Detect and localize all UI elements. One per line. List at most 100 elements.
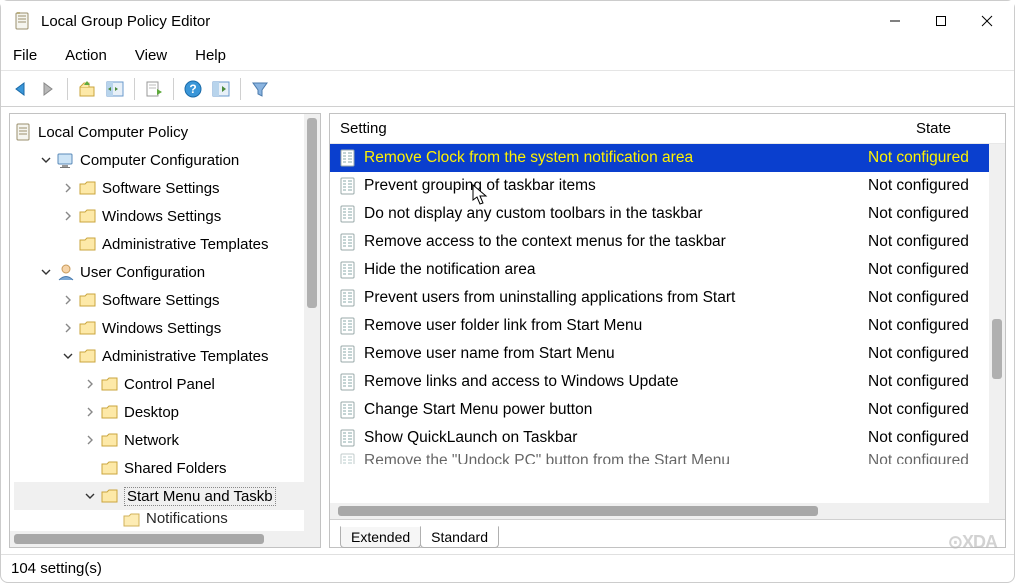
chevron-right-icon[interactable] (82, 432, 98, 448)
list-row[interactable]: Prevent users from uninstalling applicat… (330, 284, 1005, 312)
tree-row[interactable]: Network (14, 426, 318, 454)
chevron-down-icon[interactable] (38, 152, 54, 168)
tree-label: Shared Folders (124, 460, 227, 477)
menubar: File Action View Help (1, 41, 1014, 71)
tree-row[interactable]: Administrative Templates (14, 230, 318, 258)
list-row[interactable]: Remove Clock from the system notificatio… (330, 144, 1005, 172)
setting-state: Not configured (862, 401, 1005, 419)
tree-row[interactable]: Control Panel (14, 370, 318, 398)
policy-icon (338, 288, 358, 308)
chevron-right-icon[interactable] (60, 180, 76, 196)
tree-vertical-scrollbar[interactable] (304, 114, 320, 547)
folder-icon (100, 458, 120, 478)
list-pane: Setting State Remove Clock from the syst… (329, 113, 1006, 548)
tree-label: Administrative Templates (102, 348, 268, 365)
close-button[interactable] (964, 1, 1010, 41)
forward-button[interactable] (35, 76, 61, 102)
setting-name: Change Start Menu power button (364, 401, 862, 419)
toolbar: ? (1, 71, 1014, 107)
export-list-button[interactable] (141, 76, 167, 102)
detail-tabs: Extended Standard (330, 519, 1005, 547)
user-icon (56, 262, 76, 282)
tree-row[interactable]: Administrative Templates (14, 342, 318, 370)
tree-label: Software Settings (102, 292, 220, 309)
folder-icon (78, 178, 98, 198)
list-row[interactable]: Show QuickLaunch on TaskbarNot configure… (330, 424, 1005, 452)
list-horizontal-scrollbar[interactable] (330, 503, 1005, 519)
policy-icon (338, 232, 358, 252)
back-button[interactable] (7, 76, 33, 102)
tree-horizontal-scrollbar[interactable] (10, 531, 320, 547)
policy-icon (338, 452, 358, 464)
list-body[interactable]: Remove Clock from the system notificatio… (330, 144, 1005, 503)
list-row[interactable]: Remove user folder link from Start MenuN… (330, 312, 1005, 340)
tree-label: Windows Settings (102, 320, 221, 337)
list-row[interactable]: Do not display any custom toolbars in th… (330, 200, 1005, 228)
chevron-down-icon[interactable] (60, 348, 76, 364)
tree-row[interactable]: Software Settings (14, 286, 318, 314)
setting-state: Not configured (862, 233, 1005, 251)
tree-row[interactable]: Windows Settings (14, 202, 318, 230)
list-vertical-scrollbar[interactable] (989, 144, 1005, 503)
tree-label: User Configuration (80, 264, 205, 281)
setting-state: Not configured (862, 373, 1005, 391)
app-icon (13, 11, 33, 31)
list-row[interactable]: Remove the "Undock PC" button from the S… (330, 452, 1005, 464)
tree-pane: Local Computer Policy Computer Configura… (9, 113, 321, 548)
setting-name: Prevent grouping of taskbar items (364, 177, 862, 195)
list-row[interactable]: Prevent grouping of taskbar itemsNot con… (330, 172, 1005, 200)
column-state[interactable]: State (862, 120, 1005, 137)
setting-name: Hide the notification area (364, 261, 862, 279)
chevron-right-icon[interactable] (60, 208, 76, 224)
column-setting[interactable]: Setting (330, 120, 862, 137)
tree[interactable]: Local Computer Policy Computer Configura… (10, 114, 320, 531)
tree-row[interactable]: Notifications (14, 510, 318, 528)
show-hide-tree-button[interactable] (102, 76, 128, 102)
folder-icon (78, 206, 98, 226)
chevron-right-icon[interactable] (60, 320, 76, 336)
menu-file[interactable]: File (11, 45, 39, 66)
menu-action[interactable]: Action (63, 45, 109, 66)
chevron-down-icon[interactable] (82, 488, 98, 504)
list-row[interactable]: Change Start Menu power buttonNot config… (330, 396, 1005, 424)
menu-help[interactable]: Help (193, 45, 228, 66)
policy-icon (338, 204, 358, 224)
policy-icon (338, 372, 358, 392)
list-row[interactable]: Remove access to the context menus for t… (330, 228, 1005, 256)
document-icon (14, 122, 34, 142)
tree-label: Notifications (146, 510, 228, 527)
tab-extended[interactable]: Extended (340, 526, 421, 548)
tab-standard[interactable]: Standard (420, 526, 499, 548)
folder-icon (100, 486, 120, 506)
setting-name: Remove the "Undock PC" button from the S… (364, 452, 862, 464)
setting-name: Remove user name from Start Menu (364, 345, 862, 363)
filter-button[interactable] (247, 76, 273, 102)
help-button[interactable]: ? (180, 76, 206, 102)
minimize-button[interactable] (872, 1, 918, 41)
options-button[interactable] (208, 76, 234, 102)
tree-label: Administrative Templates (102, 236, 268, 253)
tree-label: Local Computer Policy (38, 124, 188, 141)
up-button[interactable] (74, 76, 100, 102)
maximize-button[interactable] (918, 1, 964, 41)
list-row[interactable]: Hide the notification areaNot configured (330, 256, 1005, 284)
tree-label: Software Settings (102, 180, 220, 197)
chevron-down-icon[interactable] (38, 264, 54, 280)
list-row[interactable]: Remove user name from Start MenuNot conf… (330, 340, 1005, 368)
tree-root[interactable]: Local Computer Policy (14, 118, 318, 146)
chevron-right-icon[interactable] (82, 376, 98, 392)
tree-row[interactable]: Software Settings (14, 174, 318, 202)
tree-row[interactable]: Desktop (14, 398, 318, 426)
tree-row[interactable]: Start Menu and Taskb (14, 482, 318, 510)
setting-state: Not configured (862, 205, 1005, 223)
tree-row[interactable]: Computer Configuration (14, 146, 318, 174)
tree-row[interactable]: Shared Folders (14, 454, 318, 482)
tree-row[interactable]: Windows Settings (14, 314, 318, 342)
setting-state: Not configured (862, 452, 1005, 464)
tree-row[interactable]: User Configuration (14, 258, 318, 286)
setting-name: Remove access to the context menus for t… (364, 233, 862, 251)
chevron-right-icon[interactable] (82, 404, 98, 420)
chevron-right-icon[interactable] (60, 292, 76, 308)
list-row[interactable]: Remove links and access to Windows Updat… (330, 368, 1005, 396)
menu-view[interactable]: View (133, 45, 169, 66)
